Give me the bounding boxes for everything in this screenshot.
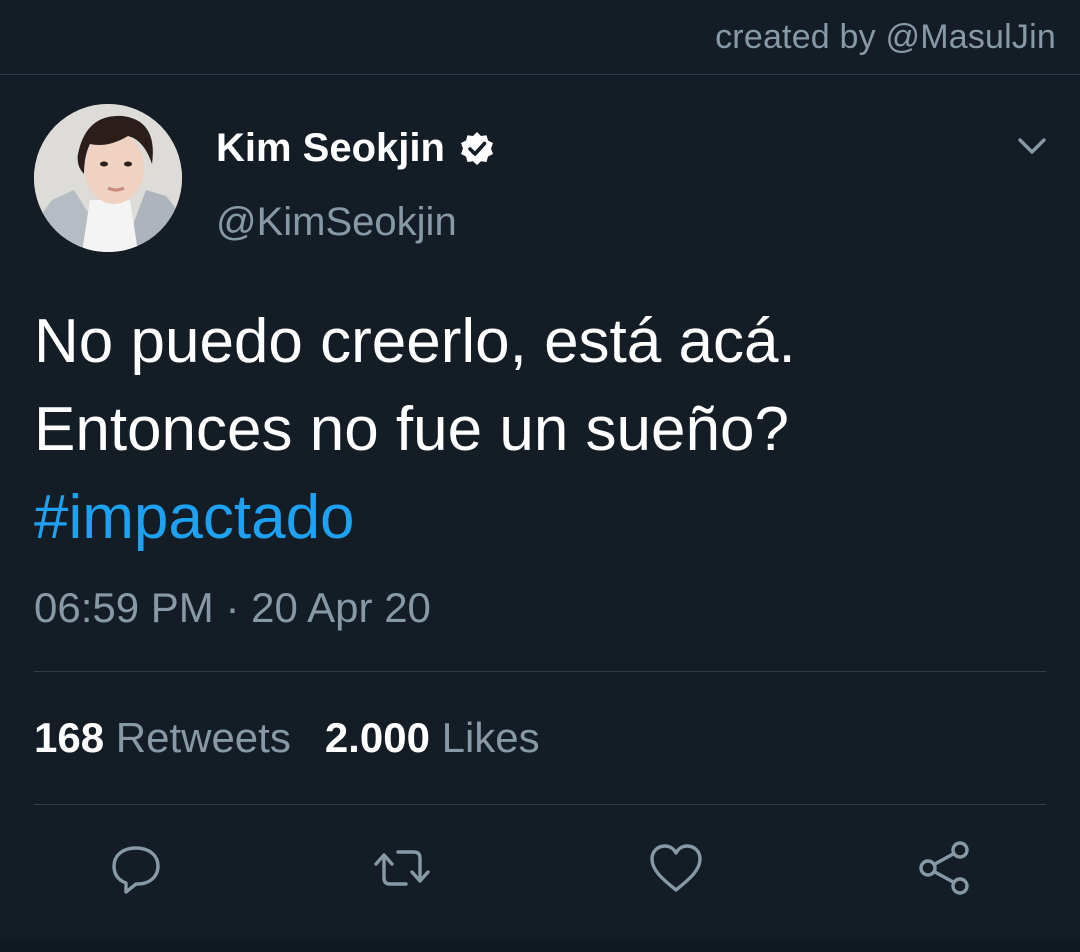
likes-stat[interactable]: 2.000 Likes [325, 714, 540, 762]
bottom-border [0, 938, 1080, 952]
retweets-stat[interactable]: 168 Retweets [34, 714, 291, 762]
author-handle[interactable]: @KimSeokjin [216, 200, 457, 245]
engagement-stats: 168 Retweets 2.000 Likes [34, 714, 540, 762]
retweets-label: Retweets [115, 714, 291, 761]
share-button[interactable] [914, 838, 974, 898]
chevron-down-icon[interactable] [1014, 128, 1050, 164]
reply-icon [112, 846, 160, 894]
hashtag-link[interactable]: #impactado [34, 474, 1044, 562]
author-name[interactable]: Kim Seokjin [216, 126, 445, 171]
divider [34, 804, 1046, 805]
tweet-timestamp[interactable]: 06:59 PM · 20 Apr 20 [34, 584, 431, 632]
author-name-row: Kim Seokjin [216, 126, 495, 171]
retweet-button[interactable] [372, 838, 432, 898]
tweet-text: No puedo creerlo, está acá. Entonces no … [34, 298, 1044, 562]
divider [34, 671, 1046, 672]
verified-badge-icon [459, 131, 495, 167]
heart-icon [650, 844, 702, 892]
action-bar [0, 838, 1080, 902]
retweets-count: 168 [34, 714, 105, 761]
tweet-line: Entonces no fue un sueño? [34, 395, 789, 464]
share-icon [919, 841, 969, 895]
avatar-photo [34, 104, 182, 252]
avatar[interactable] [34, 104, 182, 252]
retweet-icon [374, 850, 430, 886]
likes-count: 2.000 [324, 714, 430, 761]
likes-label: Likes [441, 714, 540, 761]
watermark-credit: created by @MasulJin [715, 18, 1056, 56]
reply-button[interactable] [106, 838, 166, 898]
like-button[interactable] [646, 838, 706, 898]
top-divider [0, 74, 1080, 75]
tweet-line: No puedo creerlo, está acá. [34, 307, 796, 376]
